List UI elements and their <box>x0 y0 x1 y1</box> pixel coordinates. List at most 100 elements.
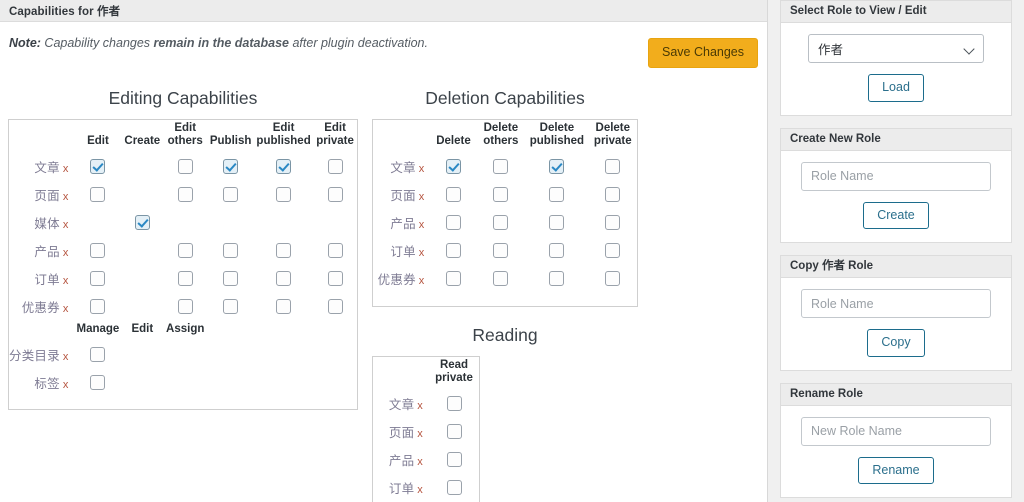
capability-cell <box>75 265 122 293</box>
row-label: 文章 x <box>9 153 75 181</box>
remove-row-link[interactable]: x <box>63 247 69 259</box>
capability-checkbox[interactable] <box>445 271 461 287</box>
capability-checkbox[interactable] <box>276 187 292 203</box>
capability-checkbox[interactable] <box>549 243 565 259</box>
capability-cell <box>589 153 637 181</box>
capability-checkbox[interactable] <box>493 159 509 175</box>
capability-checkbox[interactable] <box>549 215 565 231</box>
capability-checkbox[interactable] <box>177 271 193 287</box>
capability-checkbox[interactable] <box>446 424 462 440</box>
capability-checkbox[interactable] <box>177 243 193 259</box>
capability-checkbox[interactable] <box>134 215 150 231</box>
capability-checkbox[interactable] <box>90 346 106 362</box>
capability-checkbox[interactable] <box>276 159 292 175</box>
capability-checkbox[interactable] <box>223 159 239 175</box>
capability-checkbox[interactable] <box>605 159 621 175</box>
remove-row-link[interactable]: x <box>63 219 69 231</box>
capability-cell <box>313 153 357 181</box>
role-select-dropdown[interactable]: 作者 <box>808 34 984 63</box>
remove-row-link[interactable]: x <box>63 379 69 391</box>
capability-checkbox[interactable] <box>90 187 106 203</box>
capability-checkbox[interactable] <box>90 159 106 175</box>
create-role-name-input[interactable] <box>801 161 991 191</box>
capability-cell <box>121 181 163 209</box>
capability-checkbox[interactable] <box>223 243 239 259</box>
remove-row-link[interactable]: x <box>63 163 69 175</box>
capability-checkbox[interactable] <box>549 159 565 175</box>
capability-checkbox[interactable] <box>493 215 509 231</box>
capability-checkbox[interactable] <box>605 243 621 259</box>
capability-checkbox[interactable] <box>90 374 106 390</box>
remove-row-link[interactable]: x <box>63 303 69 315</box>
capability-checkbox[interactable] <box>493 187 509 203</box>
capability-checkbox[interactable] <box>445 215 461 231</box>
row-label: 优惠券 x <box>373 265 430 293</box>
create-role-button[interactable]: Create <box>863 201 929 229</box>
remove-row-link[interactable]: x <box>419 219 425 231</box>
remove-row-link[interactable]: x <box>417 484 423 496</box>
capability-checkbox[interactable] <box>445 243 461 259</box>
capability-checkbox[interactable] <box>549 271 565 287</box>
capability-checkbox[interactable] <box>493 271 509 287</box>
capability-checkbox[interactable] <box>493 243 509 259</box>
capability-checkbox[interactable] <box>327 243 343 259</box>
spacer-cell <box>207 321 357 341</box>
capability-checkbox[interactable] <box>90 299 106 315</box>
capability-checkbox[interactable] <box>549 187 565 203</box>
deletion-capabilities-title: Deletion Capabilities <box>425 88 585 108</box>
capability-checkbox[interactable] <box>445 159 461 175</box>
capability-checkbox[interactable] <box>445 187 461 203</box>
capability-checkbox[interactable] <box>446 480 462 496</box>
capability-checkbox[interactable] <box>446 452 462 468</box>
capability-checkbox[interactable] <box>177 299 193 315</box>
capability-checkbox[interactable] <box>223 271 239 287</box>
remove-row-link[interactable]: x <box>419 163 425 175</box>
capability-checkbox[interactable] <box>90 243 106 259</box>
capability-checkbox[interactable] <box>276 271 292 287</box>
column-header: Assign <box>166 322 205 335</box>
remove-row-link[interactable]: x <box>417 400 423 412</box>
capability-checkbox[interactable] <box>223 299 239 315</box>
capability-checkbox[interactable] <box>327 187 343 203</box>
load-role-button[interactable]: Load <box>868 74 924 102</box>
row-label: 页面 x <box>9 181 75 209</box>
panel-copy-role-title: Copy 作者 Role <box>781 256 1011 278</box>
capability-cell <box>121 293 163 321</box>
remove-row-link[interactable]: x <box>417 428 423 440</box>
remove-row-link[interactable]: x <box>419 191 425 203</box>
capability-checkbox[interactable] <box>605 187 621 203</box>
capability-checkbox[interactable] <box>90 271 106 287</box>
capability-cell <box>589 237 637 265</box>
remove-row-link[interactable]: x <box>63 275 69 287</box>
rename-role-name-input[interactable] <box>801 416 991 446</box>
row-label-text: 订单 <box>388 482 415 497</box>
capability-checkbox[interactable] <box>177 159 193 175</box>
column-header: Delete others <box>483 122 519 147</box>
row-label-text: 页面 <box>34 189 60 204</box>
capability-cell <box>429 474 479 502</box>
remove-row-link[interactable]: x <box>419 247 425 259</box>
capability-checkbox[interactable] <box>327 299 343 315</box>
capability-checkbox[interactable] <box>177 187 193 203</box>
capability-checkbox[interactable] <box>605 271 621 287</box>
capability-checkbox[interactable] <box>446 396 462 412</box>
remove-row-link[interactable]: x <box>63 351 69 363</box>
copy-role-name-input[interactable] <box>801 289 991 318</box>
capability-checkbox[interactable] <box>327 159 343 175</box>
capability-checkbox[interactable] <box>327 271 343 287</box>
remove-row-link[interactable]: x <box>417 456 423 468</box>
save-changes-button[interactable]: Save Changes <box>648 38 759 68</box>
copy-role-button[interactable]: Copy <box>867 329 925 357</box>
capability-cell <box>254 265 313 293</box>
panel-rename-role-title: Rename Role <box>781 383 1011 406</box>
capability-cell <box>254 209 313 237</box>
capability-cell <box>207 237 254 265</box>
capability-checkbox[interactable] <box>223 187 239 203</box>
remove-row-link[interactable]: x <box>63 191 69 203</box>
capability-checkbox[interactable] <box>276 243 292 259</box>
capability-checkbox[interactable] <box>276 299 292 315</box>
rename-role-button[interactable]: Rename <box>858 456 934 484</box>
capability-cell <box>163 265 207 293</box>
remove-row-link[interactable]: x <box>419 275 425 287</box>
capability-checkbox[interactable] <box>605 215 621 231</box>
